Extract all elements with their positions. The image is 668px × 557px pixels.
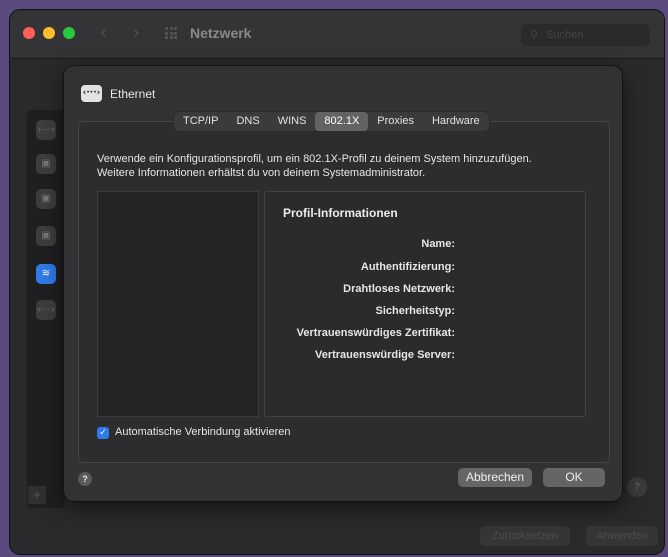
- show-all-grid-icon[interactable]: [165, 27, 177, 39]
- tab-hardware[interactable]: Hardware: [423, 112, 489, 131]
- tab-dns[interactable]: DNS: [227, 112, 268, 131]
- profile-info-title: Profil-Informationen: [283, 206, 398, 220]
- background-help-button[interactable]: ?: [627, 477, 647, 497]
- field-label-wireless-network: Drahtloses Netzwerk:: [343, 283, 455, 295]
- back-arrow-icon[interactable]: ‹: [100, 23, 107, 43]
- auto-connect-label[interactable]: Automatische Verbindung aktivieren: [115, 426, 291, 438]
- reset-button[interactable]: Zurücksetzen: [480, 526, 570, 546]
- description-line-2: Weitere Informationen erhältst du von de…: [97, 167, 426, 179]
- tab-tcpip[interactable]: TCP/IP: [174, 112, 227, 131]
- window-title: Netzwerk: [190, 25, 252, 41]
- tab-8021x[interactable]: 802.1X: [315, 112, 369, 131]
- apply-button[interactable]: Anwenden: [586, 526, 658, 546]
- tab-proxies[interactable]: Proxies: [368, 112, 423, 131]
- cancel-button[interactable]: Abbrechen: [458, 468, 532, 487]
- interface-name: Ethernet: [110, 87, 156, 101]
- sidebar-item-lock-icon[interactable]: ▣: [36, 154, 56, 174]
- tab-bar: TCP/IP DNS WINS 802.1X Proxies Hardware: [174, 112, 489, 131]
- field-label-authentication: Authentifizierung:: [360, 261, 455, 273]
- field-label-name: Name:: [421, 238, 455, 250]
- service-list: ‹···› ▣ ▣ ▣ ≋ ‹···›: [27, 110, 65, 508]
- minimize-window-button[interactable]: [43, 27, 55, 39]
- profile-info-box: Profil-Informationen Name: Authentifizie…: [264, 191, 586, 417]
- description-text: Verwende ein Konfigurationsprofil, um ei…: [97, 152, 597, 180]
- forward-arrow-icon[interactable]: ›: [133, 23, 140, 43]
- field-label-trusted-servers: Vertrauenswürdige Server:: [314, 349, 455, 361]
- sidebar-item-lock-icon[interactable]: ▣: [36, 189, 56, 209]
- sidebar-item-ethernet-icon[interactable]: ‹···›: [36, 300, 56, 320]
- auto-connect-checkbox[interactable]: ✓: [97, 427, 109, 439]
- field-label-security-type: Sicherheitstyp:: [375, 305, 455, 317]
- magnifier-icon: ⚲: [530, 29, 539, 41]
- sidebar-item-ethernet-icon[interactable]: ‹···›: [36, 120, 56, 140]
- ok-button[interactable]: OK: [543, 468, 605, 487]
- search-field[interactable]: ⚲ Suchen: [521, 24, 650, 46]
- sidebar-item-wifi-icon[interactable]: ≋: [36, 264, 56, 284]
- ethernet-icon: ‹···›: [81, 85, 102, 102]
- description-line-1: Verwende ein Konfigurationsprofil, um ei…: [97, 153, 532, 165]
- field-label-trusted-certificate: Vertrauenswürdiges Zertifikat:: [296, 327, 455, 339]
- profile-list[interactable]: [97, 191, 259, 417]
- add-service-button[interactable]: +: [28, 486, 46, 504]
- close-window-button[interactable]: [23, 27, 35, 39]
- ethernet-advanced-sheet: ‹···› Ethernet TCP/IP DNS WINS 802.1X Pr…: [64, 66, 622, 501]
- title-bar: ‹ › Netzwerk ⚲ Suchen: [10, 10, 664, 59]
- tab-wins[interactable]: WINS: [269, 112, 316, 131]
- help-button[interactable]: ?: [78, 472, 92, 486]
- zoom-window-button[interactable]: [63, 27, 75, 39]
- sidebar-item-lock-icon[interactable]: ▣: [36, 226, 56, 246]
- search-placeholder: Suchen: [546, 29, 584, 41]
